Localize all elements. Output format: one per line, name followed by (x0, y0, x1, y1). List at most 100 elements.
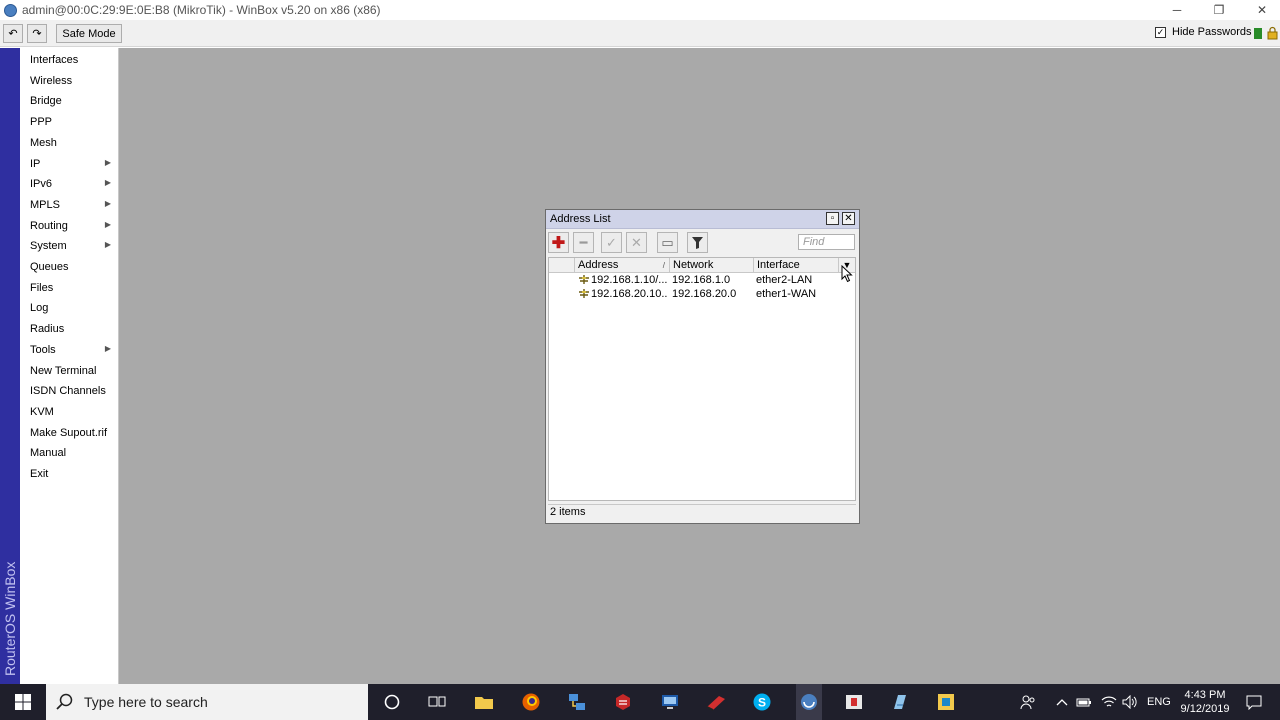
menu-item-radius[interactable]: Radius (20, 319, 119, 339)
windows-taskbar: Type here to search S ENG 4:43 PM 9/12/2… (0, 684, 1280, 720)
address-list-titlebar[interactable]: Address List ▫ ✕ (546, 210, 859, 229)
undo-button[interactable]: ↶ (3, 24, 23, 43)
menu-item-label: New Terminal (30, 364, 97, 377)
menu-item-label: IPv6 (30, 178, 53, 191)
wifi-icon[interactable] (1101, 684, 1117, 720)
menu-item-routing[interactable]: Routing ▶ (20, 216, 119, 236)
menu-item-bridge[interactable]: Bridge (20, 91, 119, 111)
address-list-window: Address List ▫ ✕ ✚ ━ ✓ ✕ ▭ Find Address … (545, 209, 860, 524)
column-header-interface[interactable]: Interface (754, 258, 839, 273)
address-list-title: Address List (550, 213, 611, 225)
menu-item-ip[interactable]: IP ▶ (20, 154, 119, 174)
submenu-arrow-icon: ▶ (104, 178, 111, 188)
lock-icon (1267, 26, 1278, 40)
menu-item-wireless[interactable]: Wireless (20, 71, 119, 91)
people-icon[interactable] (1020, 684, 1036, 720)
remote-desktop-icon[interactable] (658, 690, 682, 714)
hide-passwords-label: Hide Passwords (1172, 26, 1252, 38)
table-row[interactable]: 192.168.1.10/... 192.168.1.0 ether2-LAN (549, 273, 855, 287)
filter-icon (692, 236, 703, 249)
menu-item-queues[interactable]: Queues (20, 257, 119, 277)
menu-item-manual[interactable]: Manual (20, 443, 119, 463)
battery-icon[interactable] (1076, 684, 1092, 720)
menu-item-label: Manual (30, 447, 67, 460)
menu-item-label: Log (30, 302, 49, 315)
menu-item-isdn-channels[interactable]: ISDN Channels (20, 381, 119, 401)
menu-item-label: Queues (30, 261, 69, 273)
menu-item-mesh[interactable]: Mesh (20, 133, 119, 153)
restore-button[interactable]: ❐ (1196, 0, 1242, 20)
menu-item-interfaces[interactable]: Interfaces (20, 50, 119, 70)
enable-button[interactable]: ✓ (601, 232, 622, 253)
menu-item-label: Wireless (30, 74, 73, 87)
interface-cell: ether2-LAN (756, 274, 813, 286)
firefox-icon[interactable] (519, 690, 543, 714)
filter-button[interactable] (687, 232, 708, 253)
comment-button[interactable]: ▭ (657, 232, 678, 253)
start-button[interactable] (0, 684, 46, 720)
red-app-icon[interactable] (611, 690, 635, 714)
cortana-icon[interactable] (380, 690, 404, 714)
routeros-winbox-strip: RouterOS WinBox (0, 48, 20, 684)
task-view-icon[interactable] (425, 690, 449, 714)
address-table: Address / Network Interface ▼ 192.168.1.… (548, 257, 856, 501)
volume-icon[interactable] (1122, 684, 1138, 720)
menu-item-files[interactable]: Files (20, 278, 119, 298)
safe-mode-button[interactable]: Safe Mode (56, 24, 122, 43)
remove-button[interactable]: ━ (573, 232, 594, 253)
red-tool-icon[interactable] (704, 690, 728, 714)
hide-passwords-toggle[interactable]: ✓ Hide Passwords (1155, 26, 1251, 38)
close-button[interactable]: ✕ (1239, 0, 1280, 20)
comment-icon: ▭ (661, 234, 674, 250)
menu-item-new-terminal[interactable]: New Terminal (20, 361, 119, 381)
winbox-app-icon (4, 3, 17, 17)
svg-text:S: S (758, 696, 766, 710)
table-row[interactable]: 192.168.20.10... 192.168.20.0 ether1-WAN (549, 287, 855, 301)
red-square-app-icon[interactable] (842, 690, 866, 714)
file-explorer-icon[interactable] (472, 690, 496, 714)
winbox-taskbar-icon[interactable] (796, 684, 822, 720)
hide-passwords-checkbox[interactable]: ✓ (1155, 26, 1166, 38)
menu-item-label: Interfaces (30, 54, 79, 66)
x-icon: ✕ (631, 234, 642, 250)
address-cell: 192.168.20.10... (579, 287, 668, 301)
menu-item-label: KVM (30, 405, 54, 418)
column-header-select[interactable] (549, 258, 575, 273)
virtual-machine-icon[interactable] (934, 690, 958, 714)
menu-item-tools[interactable]: Tools ▶ (20, 340, 119, 360)
table-header: Address / Network Interface ▼ (549, 258, 855, 273)
menu-item-log[interactable]: Log (20, 298, 119, 318)
add-button[interactable]: ✚ (548, 232, 569, 253)
menu-item-label: Exit (30, 468, 49, 480)
column-header-network[interactable]: Network (670, 258, 754, 273)
menu-item-mpls[interactable]: MPLS ▶ (20, 195, 119, 215)
menu-item-ipv6[interactable]: IPv6 ▶ (20, 174, 119, 194)
menu-item-label: Tools (30, 343, 56, 356)
menu-item-system[interactable]: System ▶ (20, 236, 119, 256)
column-header-address[interactable]: Address / (575, 258, 670, 273)
main-menu: Interfaces Wireless Bridge PPP Mesh IP ▶ IPv6 ▶ M… (20, 48, 119, 684)
menu-item-make-supout-rif[interactable]: Make Supout.rif (20, 423, 119, 443)
disable-button[interactable]: ✕ (626, 232, 647, 253)
network-connections-icon[interactable] (565, 690, 589, 714)
menu-item-label: Radius (30, 323, 65, 336)
redo-button[interactable]: ↷ (27, 24, 47, 43)
address-list-close-button[interactable]: ✕ (842, 212, 855, 225)
plus-icon: ✚ (551, 234, 566, 252)
notepad-icon[interactable] (888, 690, 912, 714)
menu-item-label: ISDN Channels (30, 385, 106, 398)
skype-icon[interactable]: S (750, 690, 774, 714)
submenu-arrow-icon: ▶ (104, 219, 111, 229)
menu-item-kvm[interactable]: KVM (20, 402, 119, 422)
address-list-maximize-button[interactable]: ▫ (826, 212, 839, 225)
check-icon: ✓ (606, 234, 617, 250)
show-hidden-icons-icon[interactable] (1056, 684, 1068, 720)
language-indicator[interactable]: ENG (1147, 684, 1171, 720)
menu-item-ppp[interactable]: PPP (20, 112, 119, 132)
action-center-icon[interactable] (1246, 684, 1262, 720)
taskbar-search-box[interactable]: Type here to search (46, 684, 368, 720)
minimize-button[interactable]: ─ (1154, 0, 1200, 20)
menu-item-exit[interactable]: Exit (20, 464, 119, 484)
taskbar-clock[interactable]: 4:43 PM 9/12/2019 (1170, 688, 1240, 716)
find-input[interactable]: Find (798, 234, 855, 250)
